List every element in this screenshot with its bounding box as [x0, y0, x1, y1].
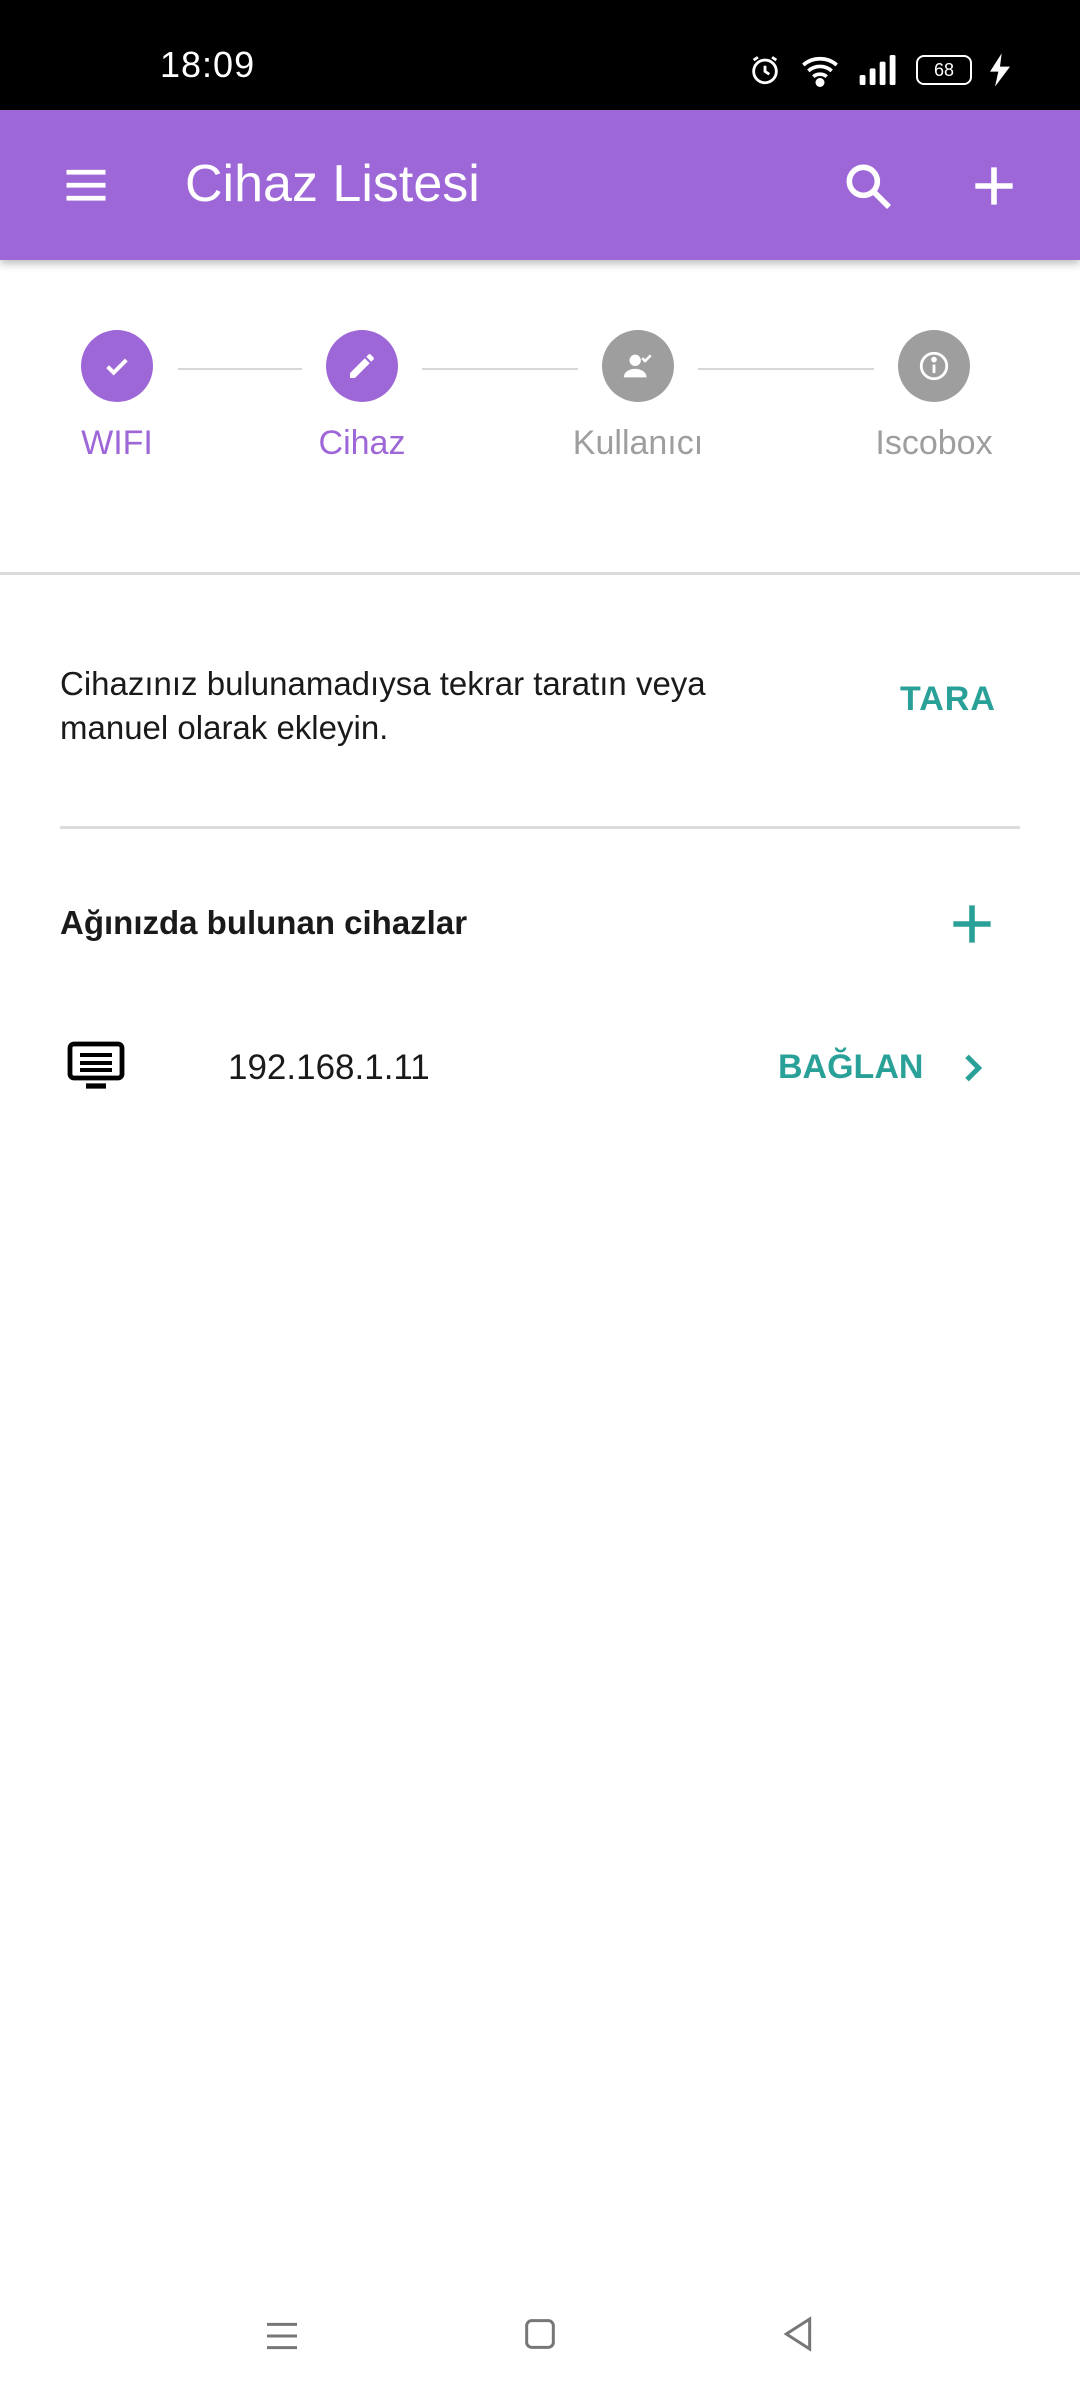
step-label: Iscobox — [875, 424, 993, 462]
connect-button[interactable]: BAĞLAN — [778, 1048, 923, 1087]
signal-icon — [859, 55, 896, 85]
step-wifi: WIFI — [17, 330, 217, 463]
info-message-line: Cihazınız bulunamadıysa tekrar taratın v… — [60, 665, 706, 702]
page-title: Cihaz Listesi — [185, 155, 480, 213]
alarm-icon — [752, 56, 778, 85]
charging-icon — [990, 53, 1010, 87]
recent-apps-icon[interactable] — [262, 2314, 302, 2358]
step-cihaz: Cihaz — [262, 330, 462, 463]
wifi-icon — [802, 56, 838, 87]
add-icon[interactable] — [966, 158, 1022, 214]
check-icon — [106, 358, 128, 376]
device-ip: 192.168.1.11 — [228, 1048, 430, 1087]
list-item[interactable]: 192.168.1.11 BAĞLAN — [0, 1020, 1080, 1120]
step-label: Cihaz — [318, 424, 406, 462]
step-iscobox: Iscobox — [834, 330, 1034, 463]
step-circle — [81, 330, 153, 402]
search-icon[interactable] — [840, 158, 896, 214]
info-icon — [919, 351, 949, 381]
step-label: WIFI — [81, 424, 153, 462]
back-icon[interactable] — [778, 2312, 818, 2356]
devices-section-title: Ağınızda bulunan cihazlar — [60, 904, 468, 941]
step-label: Kullanıcı — [572, 424, 704, 462]
home-icon[interactable] — [520, 2314, 560, 2354]
menu-icon[interactable] — [60, 159, 112, 211]
step-circle — [326, 330, 398, 402]
device-icon — [67, 1041, 125, 1089]
step-circle — [602, 330, 674, 402]
system-nav-bar — [0, 2280, 1080, 2400]
scan-button[interactable]: TARA — [900, 680, 996, 719]
info-message-line: manuel olarak ekleyin. — [60, 709, 389, 746]
divider — [0, 572, 1080, 575]
battery-level: 68 — [933, 59, 955, 80]
step-kullanici: Kullanıcı — [538, 330, 738, 463]
app-bar: Cihaz Listesi — [0, 110, 1080, 260]
step-circle — [898, 330, 970, 402]
status-time: 18:09 — [160, 44, 256, 85]
stepper: WIFI Cihaz Kullanıcı Iscobox — [0, 260, 1080, 572]
pencil-icon — [350, 354, 374, 378]
divider — [60, 826, 1020, 829]
status-icons: 68 — [748, 50, 1010, 90]
user-check-icon — [623, 354, 652, 378]
chevron-right-icon[interactable] — [952, 1048, 992, 1088]
add-device-icon[interactable] — [944, 896, 1000, 952]
info-message: Cihazınız bulunamadıysa tekrar taratın v… — [60, 662, 820, 750]
status-bar: 18:09 68 — [0, 0, 1080, 110]
battery-icon: 68 — [916, 55, 972, 85]
